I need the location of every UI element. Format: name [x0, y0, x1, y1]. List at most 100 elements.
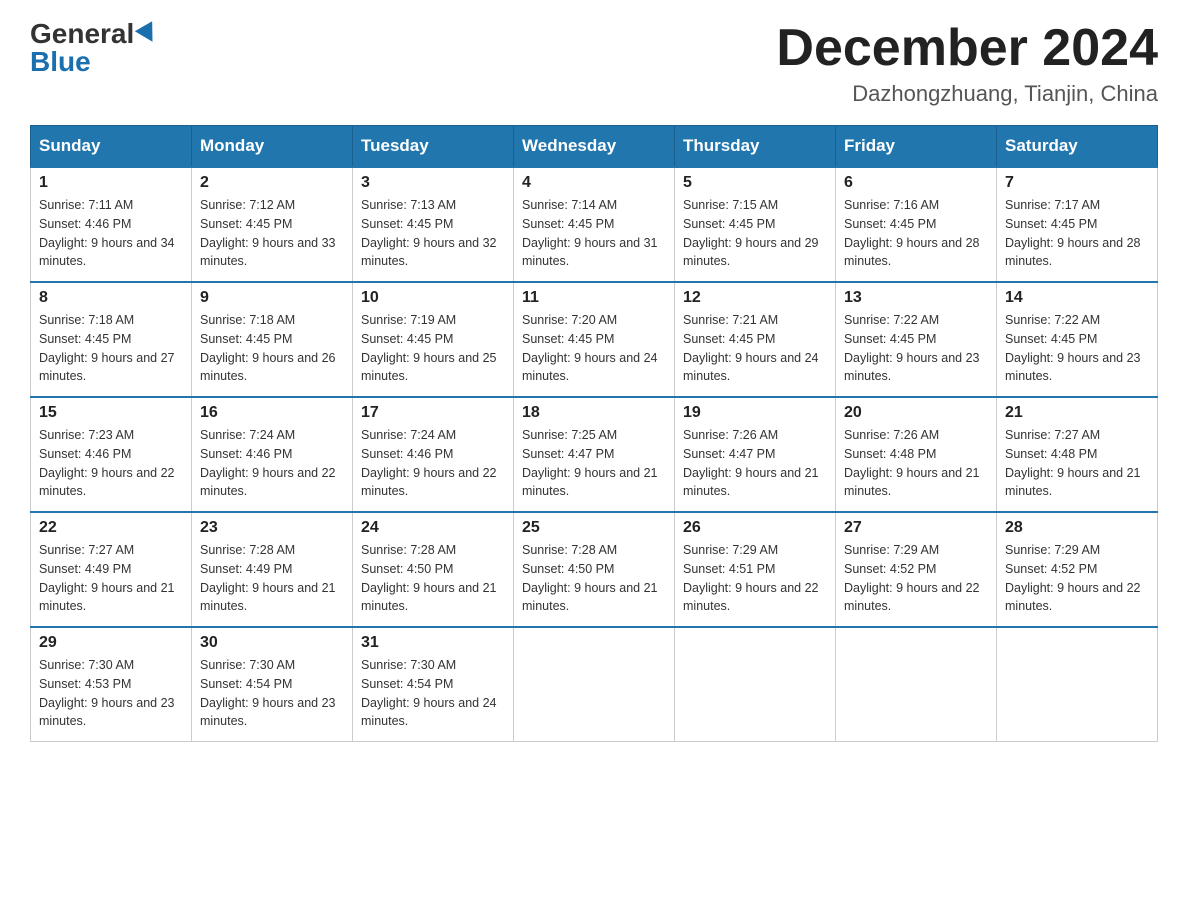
week-row-1: 1Sunrise: 7:11 AMSunset: 4:46 PMDaylight… — [31, 167, 1158, 282]
day-cell-7: 7 Sunrise: 7:17 AMSunset: 4:45 PMDaylight… — [997, 167, 1158, 282]
day-info: Sunrise: 7:22 AMSunset: 4:45 PMDaylight:… — [844, 311, 988, 386]
logo: General Blue — [30, 20, 158, 76]
day-number: 10 — [361, 289, 505, 307]
weekday-header-sunday: Sunday — [31, 126, 192, 168]
day-cell-27: 27Sunrise: 7:29 AMSunset: 4:52 PMDayligh… — [836, 512, 997, 627]
day-number: 16 — [200, 404, 344, 422]
day-number: 23 — [200, 519, 344, 537]
day-cell-31: 31 Sunrise: 7:30 AMSunset: 4:54 PMDayligh… — [353, 627, 514, 742]
day-cell-18: 18 Sunrise: 7:25 AMSunset: 4:47 PMDayligh… — [514, 397, 675, 512]
day-cell-22: 22 Sunrise: 7:27 AMSunset: 4:49 PMDayligh… — [31, 512, 192, 627]
day-number: 24 — [361, 519, 505, 537]
day-info: Sunrise: 7:30 AMSunset: 4:53 PMDaylight:… — [39, 656, 183, 731]
day-cell-21: 21 Sunrise: 7:27 AMSunset: 4:48 PMDayligh… — [997, 397, 1158, 512]
empty-cell — [675, 627, 836, 742]
day-cell-11: 11Sunrise: 7:20 AMSunset: 4:45 PMDayligh… — [514, 282, 675, 397]
day-cell-10: 10 Sunrise: 7:19 AMSunset: 4:45 PMDayligh… — [353, 282, 514, 397]
day-number: 17 — [361, 404, 505, 422]
day-info: Sunrise: 7:24 AMSunset: 4:46 PMDaylight:… — [200, 426, 344, 501]
day-info: Sunrise: 7:18 AMSunset: 4:45 PMDaylight:… — [39, 311, 183, 386]
logo-triangle-icon — [135, 21, 161, 47]
day-info: Sunrise: 7:27 AMSunset: 4:48 PMDaylight:… — [1005, 426, 1149, 501]
day-info: Sunrise: 7:16 AMSunset: 4:45 PMDaylight:… — [844, 196, 988, 271]
day-info: Sunrise: 7:23 AMSunset: 4:46 PMDaylight:… — [39, 426, 183, 501]
day-number: 25 — [522, 519, 666, 537]
day-number: 15 — [39, 404, 183, 422]
day-number: 18 — [522, 404, 666, 422]
empty-cell — [997, 627, 1158, 742]
day-number: 19 — [683, 404, 827, 422]
day-number: 20 — [844, 404, 988, 422]
day-cell-12: 12Sunrise: 7:21 AMSunset: 4:45 PMDayligh… — [675, 282, 836, 397]
day-cell-8: 8 Sunrise: 7:18 AMSunset: 4:45 PMDaylight… — [31, 282, 192, 397]
day-number: 14 — [1005, 289, 1149, 307]
day-number: 2 — [200, 174, 344, 192]
weekday-header-thursday: Thursday — [675, 126, 836, 168]
day-cell-23: 23 Sunrise: 7:28 AMSunset: 4:49 PMDayligh… — [192, 512, 353, 627]
week-row-5: 29 Sunrise: 7:30 AMSunset: 4:53 PMDayligh… — [31, 627, 1158, 742]
day-info: Sunrise: 7:25 AMSunset: 4:47 PMDaylight:… — [522, 426, 666, 501]
week-row-4: 22 Sunrise: 7:27 AMSunset: 4:49 PMDayligh… — [31, 512, 1158, 627]
day-info: Sunrise: 7:11 AMSunset: 4:46 PMDaylight:… — [39, 196, 183, 271]
day-cell-28: 28Sunrise: 7:29 AMSunset: 4:52 PMDayligh… — [997, 512, 1158, 627]
day-cell-20: 20 Sunrise: 7:26 AMSunset: 4:48 PMDayligh… — [836, 397, 997, 512]
day-cell-24: 24 Sunrise: 7:28 AMSunset: 4:50 PMDayligh… — [353, 512, 514, 627]
day-info: Sunrise: 7:26 AMSunset: 4:47 PMDaylight:… — [683, 426, 827, 501]
day-info: Sunrise: 7:17 AMSunset: 4:45 PMDaylight:… — [1005, 196, 1149, 271]
page-header: General Blue December 2024 Dazhongzhuang… — [30, 20, 1158, 107]
day-number: 29 — [39, 634, 183, 652]
day-number: 8 — [39, 289, 183, 307]
day-number: 12 — [683, 289, 827, 307]
day-cell-6: 6 Sunrise: 7:16 AMSunset: 4:45 PMDaylight… — [836, 167, 997, 282]
weekday-header-monday: Monday — [192, 126, 353, 168]
day-info: Sunrise: 7:28 AMSunset: 4:49 PMDaylight:… — [200, 541, 344, 616]
day-info: Sunrise: 7:30 AMSunset: 4:54 PMDaylight:… — [361, 656, 505, 731]
day-cell-17: 17 Sunrise: 7:24 AMSunset: 4:46 PMDayligh… — [353, 397, 514, 512]
day-number: 27 — [844, 519, 988, 537]
day-number: 5 — [683, 174, 827, 192]
day-info: Sunrise: 7:29 AMSunset: 4:51 PMDaylight:… — [683, 541, 827, 616]
day-number: 3 — [361, 174, 505, 192]
day-number: 22 — [39, 519, 183, 537]
month-title: December 2024 — [776, 20, 1158, 77]
day-number: 6 — [844, 174, 988, 192]
location-title: Dazhongzhuang, Tianjin, China — [776, 81, 1158, 107]
day-cell-26: 26 Sunrise: 7:29 AMSunset: 4:51 PMDayligh… — [675, 512, 836, 627]
title-block: December 2024 Dazhongzhuang, Tianjin, Ch… — [776, 20, 1158, 107]
day-cell-14: 14 Sunrise: 7:22 AMSunset: 4:45 PMDayligh… — [997, 282, 1158, 397]
day-number: 13 — [844, 289, 988, 307]
day-info: Sunrise: 7:24 AMSunset: 4:46 PMDaylight:… — [361, 426, 505, 501]
day-info: Sunrise: 7:28 AMSunset: 4:50 PMDaylight:… — [361, 541, 505, 616]
empty-cell — [514, 627, 675, 742]
day-info: Sunrise: 7:26 AMSunset: 4:48 PMDaylight:… — [844, 426, 988, 501]
day-cell-3: 3 Sunrise: 7:13 AMSunset: 4:45 PMDaylight… — [353, 167, 514, 282]
day-number: 30 — [200, 634, 344, 652]
logo-blue-text: Blue — [30, 48, 91, 76]
day-info: Sunrise: 7:13 AMSunset: 4:45 PMDaylight:… — [361, 196, 505, 271]
day-cell-19: 19 Sunrise: 7:26 AMSunset: 4:47 PMDayligh… — [675, 397, 836, 512]
day-cell-9: 9Sunrise: 7:18 AMSunset: 4:45 PMDaylight… — [192, 282, 353, 397]
day-info: Sunrise: 7:20 AMSunset: 4:45 PMDaylight:… — [522, 311, 666, 386]
day-cell-5: 5 Sunrise: 7:15 AMSunset: 4:45 PMDaylight… — [675, 167, 836, 282]
day-info: Sunrise: 7:12 AMSunset: 4:45 PMDaylight:… — [200, 196, 344, 271]
day-info: Sunrise: 7:28 AMSunset: 4:50 PMDaylight:… — [522, 541, 666, 616]
day-cell-1: 1Sunrise: 7:11 AMSunset: 4:46 PMDaylight… — [31, 167, 192, 282]
week-row-3: 15 Sunrise: 7:23 AMSunset: 4:46 PMDayligh… — [31, 397, 1158, 512]
day-number: 4 — [522, 174, 666, 192]
day-info: Sunrise: 7:22 AMSunset: 4:45 PMDaylight:… — [1005, 311, 1149, 386]
day-info: Sunrise: 7:14 AMSunset: 4:45 PMDaylight:… — [522, 196, 666, 271]
day-info: Sunrise: 7:27 AMSunset: 4:49 PMDaylight:… — [39, 541, 183, 616]
day-number: 21 — [1005, 404, 1149, 422]
logo-general-text: General — [30, 20, 134, 48]
day-info: Sunrise: 7:15 AMSunset: 4:45 PMDaylight:… — [683, 196, 827, 271]
day-number: 9 — [200, 289, 344, 307]
day-number: 26 — [683, 519, 827, 537]
weekday-header-saturday: Saturday — [997, 126, 1158, 168]
day-number: 7 — [1005, 174, 1149, 192]
day-info: Sunrise: 7:30 AMSunset: 4:54 PMDaylight:… — [200, 656, 344, 731]
day-cell-4: 4 Sunrise: 7:14 AMSunset: 4:45 PMDaylight… — [514, 167, 675, 282]
day-number: 31 — [361, 634, 505, 652]
weekday-header-row: SundayMondayTuesdayWednesdayThursdayFrid… — [31, 126, 1158, 168]
day-cell-16: 16 Sunrise: 7:24 AMSunset: 4:46 PMDayligh… — [192, 397, 353, 512]
day-info: Sunrise: 7:19 AMSunset: 4:45 PMDaylight:… — [361, 311, 505, 386]
